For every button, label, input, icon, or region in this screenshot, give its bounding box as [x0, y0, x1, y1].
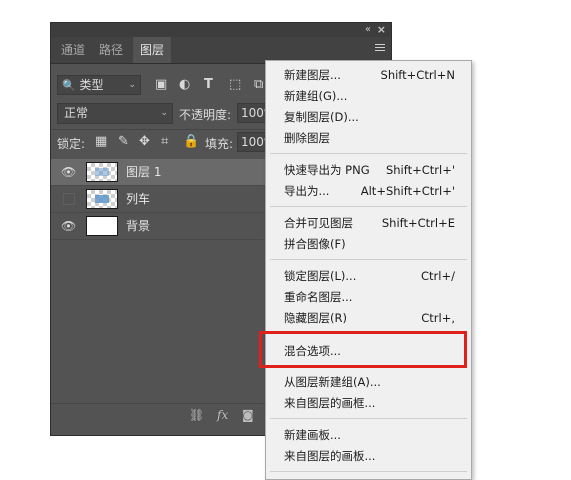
menu-item-new-artboard[interactable]: 新建画板... [266, 425, 471, 445]
blend-mode-select[interactable]: 正常 ⌄ [57, 103, 173, 124]
blend-mode-value: 正常 [64, 106, 89, 120]
layer-filter-select[interactable]: 🔍 类型 ⌄ [57, 75, 141, 95]
layer-context-menu: 新建图层... Shift+Ctrl+N 新建组(G)... 复制图层(D)..… [265, 60, 472, 480]
menu-item-label: 导出为... [284, 184, 330, 198]
lock-all-icon[interactable]: 🔒 [183, 135, 199, 149]
menu-separator [270, 471, 467, 472]
menu-item-export-as[interactable]: 导出为... Alt+Shift+Ctrl+' [266, 181, 471, 201]
search-icon: 🔍 [62, 79, 76, 92]
menu-separator [270, 259, 467, 260]
layer-name: 背景 [126, 219, 151, 233]
menu-separator [270, 206, 467, 207]
menu-item-label: 来自图层的画板... [284, 449, 376, 463]
menu-item-flatten-image[interactable]: 拼合图像(F) [266, 234, 471, 254]
menu-item-shortcut: Shift+Ctrl+N [380, 68, 455, 82]
lock-image-pixels-icon[interactable]: ✎ [118, 135, 129, 149]
menu-item-label: 新建图层... [284, 68, 341, 82]
shape-filter-icon[interactable]: ⬚ [229, 78, 241, 92]
menu-item-new-layer[interactable]: 新建图层... Shift+Ctrl+N [266, 65, 471, 85]
layer-thumbnail [86, 162, 118, 182]
fill-label: 填充: [205, 137, 234, 151]
menu-item-quick-export-png[interactable]: 快速导出为 PNG Shift+Ctrl+' [266, 160, 471, 180]
menu-item-label: 锁定图层(L)... [284, 269, 357, 283]
chevron-down-icon: ⌄ [128, 80, 136, 90]
image-filter-icon[interactable]: ▣ [155, 78, 167, 92]
menu-item-lock-layers[interactable]: 锁定图层(L)... Ctrl+/ [266, 266, 471, 286]
menu-item-shortcut: Ctrl+/ [421, 269, 455, 283]
menu-item-delete-layer[interactable]: 删除图层 [266, 128, 471, 148]
panel-menu-icon[interactable] [375, 44, 385, 53]
menu-item-artboard-from-layers[interactable]: 来自图层的画板... [266, 446, 471, 466]
tab-paths[interactable]: 路径 [93, 37, 129, 63]
layer-name: 列车 [126, 192, 151, 206]
menu-item-new-group[interactable]: 新建组(G)... [266, 86, 471, 106]
menu-item-shortcut: Alt+Shift+Ctrl+' [360, 184, 455, 198]
visibility-eye-icon[interactable]: 👁 [61, 165, 76, 179]
menu-item-label: 拼合图像(F) [284, 237, 346, 251]
menu-item-shortcut: Ctrl+, [421, 311, 455, 325]
menu-item-label: 隐藏图层(R) [284, 311, 347, 325]
menu-item-label: 快速导出为 PNG [284, 163, 370, 177]
fx-icon[interactable]: fx [217, 408, 228, 422]
close-panel-icon[interactable]: × [377, 23, 386, 37]
visibility-toggle-off[interactable] [63, 193, 75, 205]
menu-separator [270, 153, 467, 154]
link-icon[interactable]: ⛓ [189, 408, 204, 422]
tab-channels[interactable]: 通道 [55, 37, 91, 63]
menu-item-label: 合并可见图层 [284, 216, 353, 230]
menu-item-group-from-layers[interactable]: 从图层新建组(A)... [266, 372, 471, 392]
layer-thumbnail [86, 189, 118, 209]
type-filter-icon[interactable]: T [204, 78, 213, 92]
adjustment-filter-icon[interactable]: ◐ [179, 78, 190, 92]
menu-item-label: 删除图层 [284, 131, 330, 145]
menu-item-label: 复制图层(D)... [284, 110, 359, 124]
lock-position-icon[interactable]: ✥ [139, 135, 150, 149]
lock-label: 锁定: [57, 137, 86, 151]
lock-transparent-pixels-icon[interactable]: ▦ [95, 135, 107, 149]
smart-object-filter-icon[interactable]: ⧉ [254, 78, 263, 92]
tab-layers[interactable]: 图层 [133, 37, 171, 63]
menu-item-merge-visible[interactable]: 合并可见图层 Shift+Ctrl+E [266, 213, 471, 233]
mask-icon[interactable]: ◙ [242, 408, 254, 422]
menu-item-rename-layer[interactable]: 重命名图层... [266, 287, 471, 307]
menu-item-duplicate-layer[interactable]: 复制图层(D)... [266, 107, 471, 127]
highlight-annotation-box [259, 331, 467, 368]
layer-name: 图层 1 [126, 165, 162, 179]
menu-item-hide-layers[interactable]: 隐藏图层(R) Ctrl+, [266, 308, 471, 328]
layer-thumbnail [86, 216, 118, 236]
menu-item-label: 重命名图层... [284, 290, 353, 304]
collapse-panel-icon[interactable]: « [365, 23, 371, 37]
chevron-down-icon: ⌄ [160, 108, 168, 118]
opacity-label: 不透明度: [179, 108, 232, 122]
menu-item-label: 新建画板... [284, 428, 341, 442]
filter-label: 类型 [79, 78, 104, 92]
menu-item-shortcut: Shift+Ctrl+' [385, 163, 455, 177]
menu-item-shortcut: Shift+Ctrl+E [381, 216, 455, 230]
menu-item-label: 新建组(G)... [284, 89, 348, 103]
menu-item-frame-from-layers[interactable]: 来自图层的画框... [266, 393, 471, 413]
menu-separator [270, 418, 467, 419]
menu-item-label: 从图层新建组(A)... [284, 375, 381, 389]
lock-artboard-icon[interactable]: ⌗ [161, 135, 168, 149]
menu-item-label: 来自图层的画框... [284, 396, 376, 410]
visibility-eye-icon[interactable]: 👁 [61, 219, 76, 233]
panel-title-bar: « × [51, 23, 391, 37]
